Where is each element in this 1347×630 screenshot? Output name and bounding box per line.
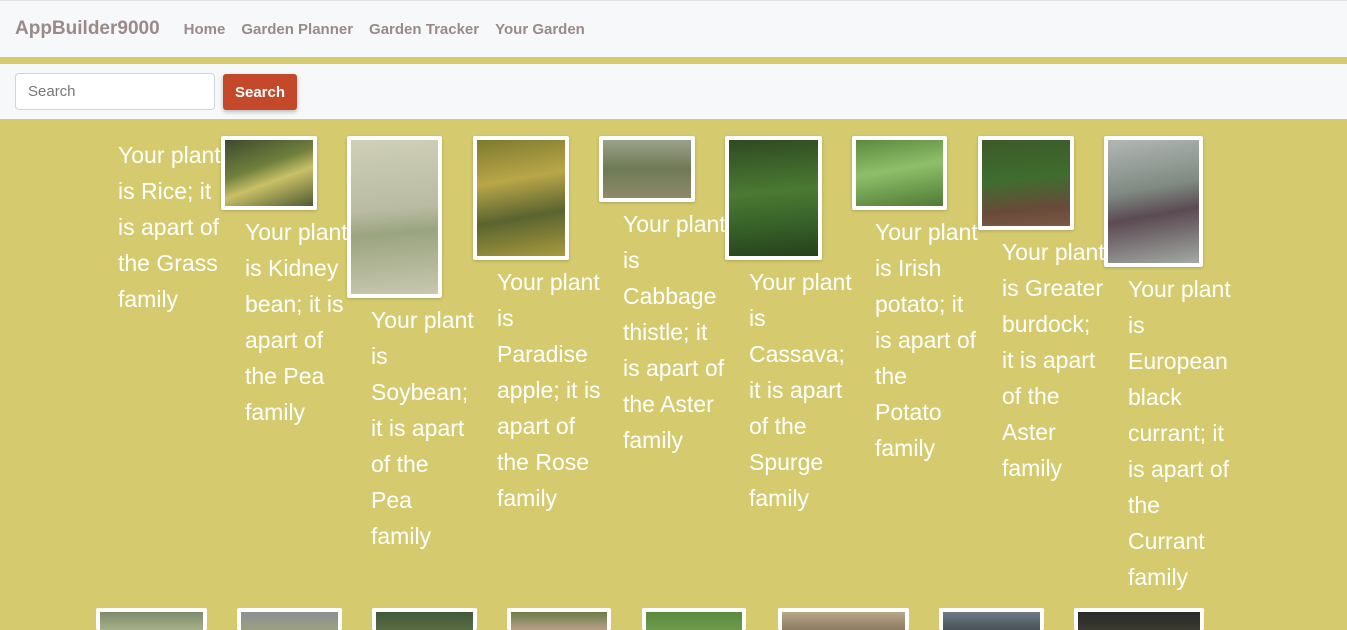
plant-caption: Your plant is Kidney bean; it is apart o… — [245, 219, 348, 425]
plant-image[interactable] — [221, 136, 317, 210]
plant-card-kidney-bean: Your plant is Kidney bean; it is apart o… — [221, 136, 348, 430]
plant-caption: Your plant is Greater burdock; it is apa… — [1002, 239, 1105, 481]
nav-links: Home Garden Planner Garden Tracker Your … — [184, 21, 601, 38]
plant-image[interactable] — [725, 136, 822, 260]
nav-divider — [0, 57, 1347, 64]
plant-gallery: Your plant is Rice; it is apart of the G… — [0, 119, 1347, 630]
search-input[interactable] — [15, 73, 215, 110]
nav-link-home[interactable]: Home — [184, 21, 226, 38]
navbar: AppBuilder9000 Home Garden Planner Garde… — [0, 0, 1347, 57]
plant-card-cassava: Your plant is Cassava; it is apart of th… — [725, 136, 852, 516]
search-bar: Search — [0, 64, 1347, 119]
plant-caption: Your plant is Irish potato; it is apart … — [875, 219, 978, 461]
plant-caption: Your plant is European black currant; it… — [1128, 276, 1231, 590]
plant-card-soybean: Your plant is Soybean; it is apart of th… — [347, 136, 474, 554]
nav-link-garden-planner[interactable]: Garden Planner — [241, 21, 353, 38]
plant-card-rice: Your plant is Rice; it is apart of the G… — [114, 137, 226, 317]
plant-image[interactable] — [1074, 608, 1204, 630]
plant-image[interactable] — [978, 136, 1074, 230]
nav-link-garden-tracker[interactable]: Garden Tracker — [369, 21, 479, 38]
plant-image[interactable] — [96, 608, 207, 630]
plant-caption: Your plant is Rice; it is apart of the G… — [118, 142, 221, 312]
plant-image[interactable] — [237, 608, 342, 630]
plant-image[interactable] — [473, 136, 569, 260]
plant-image[interactable] — [599, 136, 695, 202]
plant-image[interactable] — [507, 608, 611, 630]
plant-image[interactable] — [778, 608, 909, 630]
search-button[interactable]: Search — [223, 74, 297, 110]
plant-image[interactable] — [939, 608, 1044, 630]
plant-card-greater-burdock: Your plant is Greater burdock; it is apa… — [978, 136, 1105, 486]
plant-card-european-black-currant: Your plant is European black currant; it… — [1104, 136, 1231, 595]
plant-image[interactable] — [642, 608, 746, 630]
plant-card-irish-potato: Your plant is Irish potato; it is apart … — [852, 136, 978, 466]
nav-link-your-garden[interactable]: Your Garden — [495, 21, 585, 38]
plant-caption: Your plant is Cabbage thistle; it is apa… — [623, 211, 726, 453]
plant-image[interactable] — [347, 136, 442, 298]
plant-caption: Your plant is Cassava; it is apart of th… — [749, 269, 852, 511]
brand-logo[interactable]: AppBuilder9000 — [15, 18, 160, 40]
plant-image[interactable] — [1104, 136, 1203, 267]
plant-image[interactable] — [852, 136, 947, 210]
plant-caption: Your plant is Soybean; it is apart of th… — [371, 307, 474, 549]
plant-image[interactable] — [372, 608, 477, 630]
plant-caption: Your plant is Paradise apple; it is apar… — [497, 269, 601, 511]
plant-card-paradise-apple: Your plant is Paradise apple; it is apar… — [473, 136, 601, 516]
plant-card-cabbage-thistle: Your plant is Cabbage thistle; it is apa… — [599, 136, 726, 458]
